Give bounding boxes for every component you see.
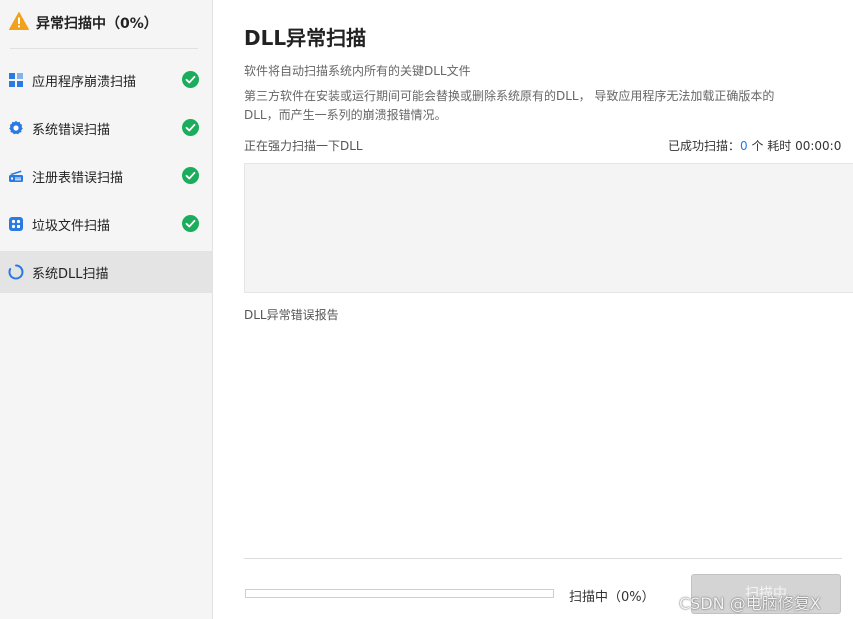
sidebar-item-label: 应用程序崩溃扫描 [32,75,137,90]
scanning-button[interactable]: 扫描中 [691,574,841,614]
scan-status-text: 异常扫描中（0%） [36,16,158,32]
scan-status-header: 异常扫描中（0%） [0,0,212,44]
app-grid-icon [9,73,23,87]
registry-icon [9,170,23,182]
sidebar: 异常扫描中（0%） 应用程序崩溃扫描 系统错误扫描 注册表错误扫描 垃圾文件扫描… [0,0,213,619]
report-label: DLL异常错误报告 [244,308,339,322]
description-line: DLL，而产生一系列的崩溃报错情况。 [244,108,447,122]
scan-stats-suffix: 个 耗时 00:00:0 [747,139,842,153]
sidebar-item-system-error-scan[interactable]: 系统错误扫描 [0,107,212,149]
warning-icon [9,12,29,30]
scan-progress-label: 正在强力扫描一下DLL [244,139,363,153]
check-circle-icon [182,71,199,88]
main-panel: DLL异常扫描 软件将自动扫描系统内所有的关键DLL文件 第三方软件在安装或运行… [214,0,853,619]
scan-stats-prefix: 已成功扫描： [668,139,741,153]
sidebar-item-junk-file-scan[interactable]: 垃圾文件扫描 [0,203,212,245]
bottom-divider [244,558,842,559]
progress-text: 扫描中（0%） [569,590,655,605]
page-title: DLL异常扫描 [244,26,367,50]
scan-stats: 已成功扫描：0 个 耗时 00:00:0 [668,137,841,154]
sidebar-item-label: 注册表错误扫描 [32,171,124,186]
sidebar-item-label: 系统DLL扫描 [32,267,109,282]
sidebar-item-app-crash-scan[interactable]: 应用程序崩溃扫描 [0,59,212,101]
sidebar-divider [10,48,198,49]
sidebar-item-registry-scan[interactable]: 注册表错误扫描 [0,155,212,197]
app-window: 异常扫描中（0%） 应用程序崩溃扫描 系统错误扫描 注册表错误扫描 垃圾文件扫描… [0,0,853,619]
check-circle-icon [182,167,199,184]
gear-icon [9,120,23,135]
progress-bar [245,589,554,598]
check-circle-icon [182,119,199,136]
loading-spinner-icon [8,264,24,280]
scan-log-box[interactable] [244,163,853,293]
junk-files-icon [9,217,23,231]
check-circle-icon [182,215,199,232]
scanned-count: 0 [740,139,748,153]
description-line: 软件将自动扫描系统内所有的关键DLL文件 [244,64,471,78]
sidebar-item-label: 垃圾文件扫描 [32,219,111,234]
sidebar-item-dll-scan[interactable]: 系统DLL扫描 [0,251,212,293]
sidebar-item-label: 系统错误扫描 [32,123,111,138]
description-line: 第三方软件在安装或运行期间可能会替换或删除系统原有的DLL， 导致应用程序无法加… [244,89,775,103]
